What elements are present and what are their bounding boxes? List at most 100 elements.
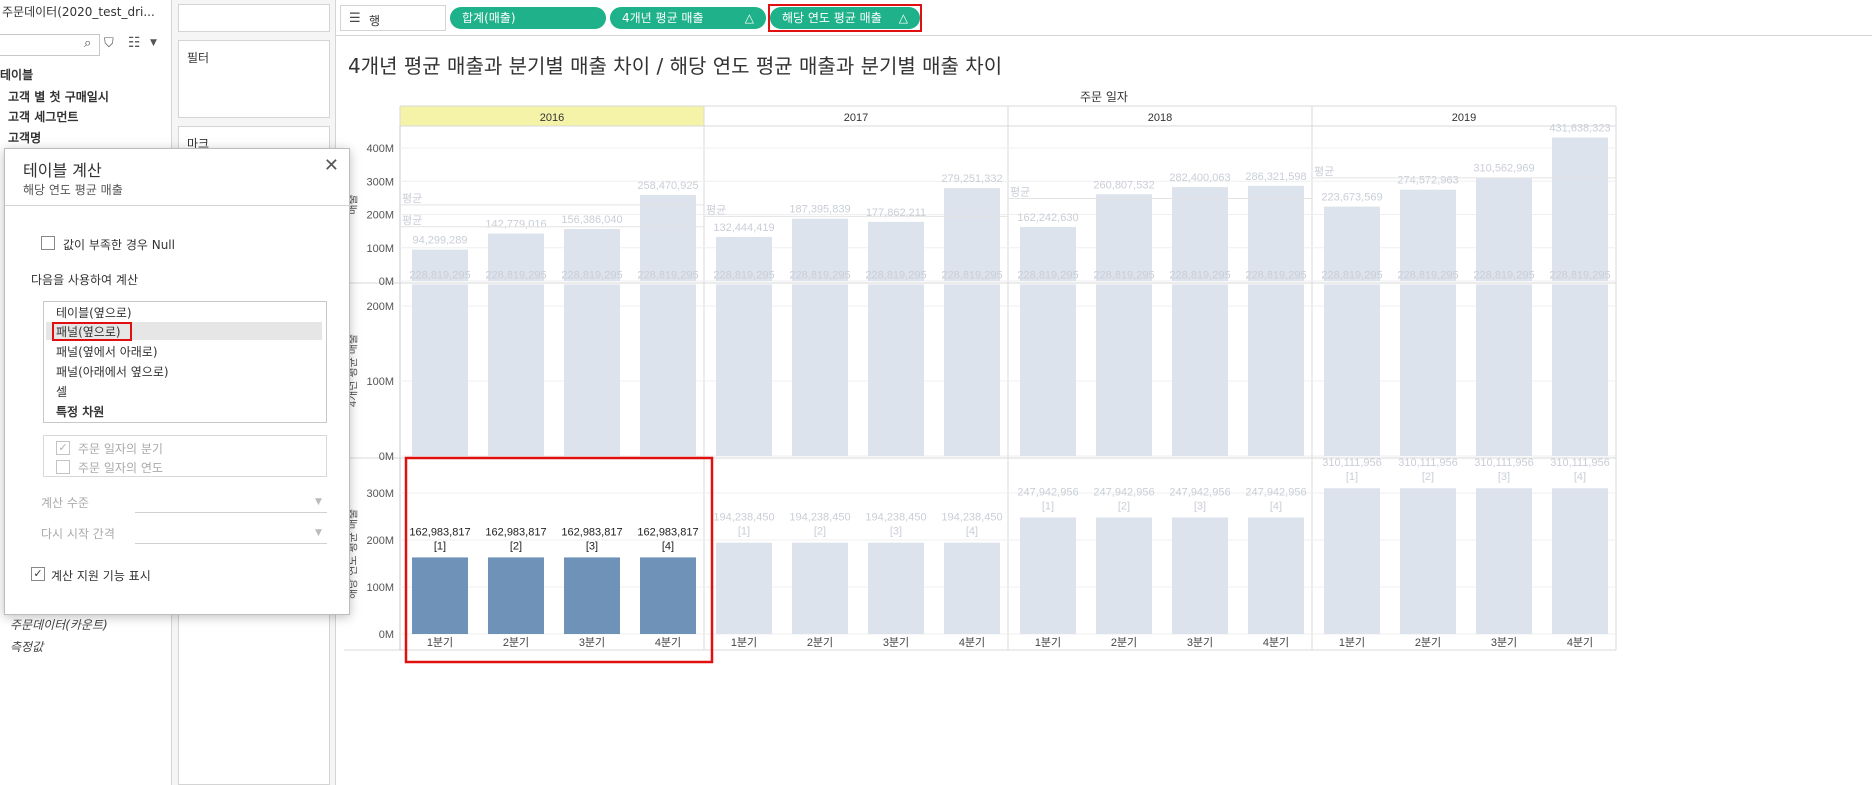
data-label: 279,251,332 bbox=[941, 173, 1002, 185]
data-label: 247,942,956 bbox=[1017, 486, 1078, 498]
bar bbox=[1552, 284, 1608, 456]
rows-label: 행 bbox=[369, 14, 381, 28]
pages-shelf[interactable] bbox=[178, 4, 330, 32]
index-label: [4] bbox=[1574, 471, 1586, 483]
dimension-list: ✓ 주문 일자의 분기 주문 일자의 연도 bbox=[43, 435, 327, 477]
highlight-outline bbox=[768, 4, 922, 32]
data-label: 162,983,817 bbox=[409, 526, 470, 538]
measure-item[interactable]: 주문데이터(카운트) bbox=[10, 616, 108, 633]
compute-option-table-across[interactable]: 테이블(옆으로) bbox=[56, 304, 132, 321]
bar bbox=[564, 284, 620, 456]
filter-icon[interactable]: ⛉ bbox=[104, 36, 114, 51]
filters-label: 필터 bbox=[187, 51, 210, 65]
compute-option-cell[interactable]: 셀 bbox=[56, 383, 67, 400]
view-list-icon[interactable]: ☷ bbox=[128, 35, 141, 51]
index-label: [4] bbox=[1270, 500, 1282, 512]
restart-dropdown[interactable] bbox=[135, 543, 327, 544]
bar bbox=[944, 542, 1000, 634]
average-line-label: 평균 bbox=[1314, 165, 1334, 178]
y-tick-label: 200M bbox=[366, 535, 394, 547]
data-label: 177,862,211 bbox=[866, 207, 926, 219]
bar bbox=[1172, 517, 1228, 634]
average-line-label: 평균 bbox=[402, 214, 422, 227]
pill-label: 합계(매출) bbox=[462, 11, 516, 25]
bar bbox=[1476, 177, 1532, 281]
show-assistance-checkbox[interactable]: ✓ bbox=[31, 567, 45, 581]
chevron-down-icon[interactable]: ▼ bbox=[315, 497, 322, 507]
data-label: 228,819,295 bbox=[1169, 269, 1230, 281]
index-label: [1] bbox=[1042, 500, 1054, 512]
close-icon[interactable]: ✕ bbox=[324, 155, 339, 176]
tables-label: 테이블 bbox=[0, 68, 34, 82]
compute-option-specific-dimensions[interactable]: 특정 차원 bbox=[56, 403, 104, 420]
bar bbox=[716, 284, 772, 456]
dialog-subtitle: 해당 연도 평균 매출 bbox=[23, 183, 123, 197]
search-row: ⌕ ⛉ ☷ ▼ bbox=[0, 34, 172, 56]
bar bbox=[412, 557, 468, 634]
y-tick-label: 400M bbox=[366, 143, 394, 155]
compute-using-label: 다음을 사용하여 계산 bbox=[31, 273, 138, 287]
pill-label: 4개년 평균 매출 bbox=[622, 11, 704, 25]
field-item[interactable]: 고객명 bbox=[8, 129, 41, 146]
quarter-label: 3분기 bbox=[579, 636, 605, 649]
search-icon[interactable]: ⌕ bbox=[84, 36, 91, 51]
measure-item[interactable]: 측정값 bbox=[10, 638, 43, 655]
index-label: [3] bbox=[586, 540, 598, 552]
data-label: 228,819,295 bbox=[713, 269, 774, 281]
year-header-label: 2016 bbox=[540, 112, 564, 124]
index-label: [1] bbox=[738, 526, 750, 538]
y-tick-label: 300M bbox=[366, 176, 394, 188]
quarter-label: 2분기 bbox=[807, 636, 833, 649]
year-header-label: 2017 bbox=[844, 112, 868, 124]
y-tick-label: 200M bbox=[366, 301, 394, 313]
data-label: 247,942,956 bbox=[1093, 486, 1154, 498]
y-tick-label: 100M bbox=[366, 243, 394, 255]
data-label: 260,807,532 bbox=[1093, 179, 1154, 191]
filters-shelf[interactable]: 필터 bbox=[178, 40, 330, 118]
data-label: 194,238,450 bbox=[941, 512, 1002, 524]
data-label: 247,942,956 bbox=[1169, 486, 1230, 498]
quarter-label: 2분기 bbox=[1415, 636, 1441, 649]
dimension-checkbox-quarter[interactable]: ✓ bbox=[56, 441, 70, 455]
dialog-title: 테이블 계산 bbox=[23, 161, 102, 180]
data-label: 228,819,295 bbox=[865, 269, 926, 281]
bar bbox=[640, 284, 696, 456]
data-label: 274,572,963 bbox=[1397, 175, 1458, 187]
level-dropdown[interactable] bbox=[135, 512, 327, 513]
chevron-down-icon[interactable]: ▼ bbox=[315, 528, 322, 538]
y-tick-label: 100M bbox=[366, 582, 394, 594]
bar bbox=[944, 284, 1000, 456]
bar bbox=[1324, 488, 1380, 634]
compute-option-pane-across-down[interactable]: 패널(옆에서 아래로) bbox=[56, 343, 158, 360]
pill-four-year-avg[interactable]: 4개년 평균 매출 △ bbox=[610, 7, 766, 29]
data-label: 132,444,419 bbox=[713, 222, 774, 234]
field-item[interactable]: 고객 별 첫 구매일시 bbox=[8, 88, 109, 105]
bar bbox=[1096, 517, 1152, 634]
dimension-label-year: 주문 일자의 연도 bbox=[78, 461, 163, 475]
y-tick-label: 200M bbox=[366, 210, 394, 222]
data-label: 228,819,295 bbox=[789, 269, 850, 281]
quarter-label: 4분기 bbox=[959, 636, 985, 649]
dimension-checkbox-year[interactable] bbox=[56, 460, 70, 474]
field-item[interactable]: 고객 세그먼트 bbox=[8, 108, 78, 125]
compute-using-list: 테이블(옆으로) 패널(옆으로) 패널(옆에서 아래로) 패널(아래에서 옆으로… bbox=[43, 301, 327, 423]
data-label: 258,470,925 bbox=[637, 180, 698, 192]
datasource-title[interactable]: 주문데이터(2020_test_dri... bbox=[2, 2, 170, 22]
bar bbox=[1020, 284, 1076, 456]
data-label: 286,321,598 bbox=[1245, 171, 1306, 183]
chevron-down-icon[interactable]: ▼ bbox=[150, 38, 157, 48]
data-label: 194,238,450 bbox=[713, 512, 774, 524]
y-tick-label: 100M bbox=[366, 376, 394, 388]
table-calculation-dialog: 테이블 계산 해당 연도 평균 매출 ✕ 값이 부족한 경우 Null 다음을 … bbox=[4, 148, 351, 615]
data-label: 194,238,450 bbox=[865, 512, 926, 524]
bar bbox=[640, 557, 696, 634]
pill-sum-sales[interactable]: 합계(매출) bbox=[450, 7, 606, 29]
index-label: [2] bbox=[1422, 471, 1434, 483]
bar bbox=[792, 284, 848, 456]
level-label: 계산 수준 bbox=[41, 496, 89, 510]
bar bbox=[1096, 194, 1152, 281]
compute-option-pane-down-across[interactable]: 패널(아래에서 옆으로) bbox=[56, 363, 169, 380]
quarter-label: 4분기 bbox=[1263, 636, 1289, 649]
null-checkbox[interactable] bbox=[41, 236, 55, 250]
average-line-label: 평균 bbox=[402, 192, 422, 205]
